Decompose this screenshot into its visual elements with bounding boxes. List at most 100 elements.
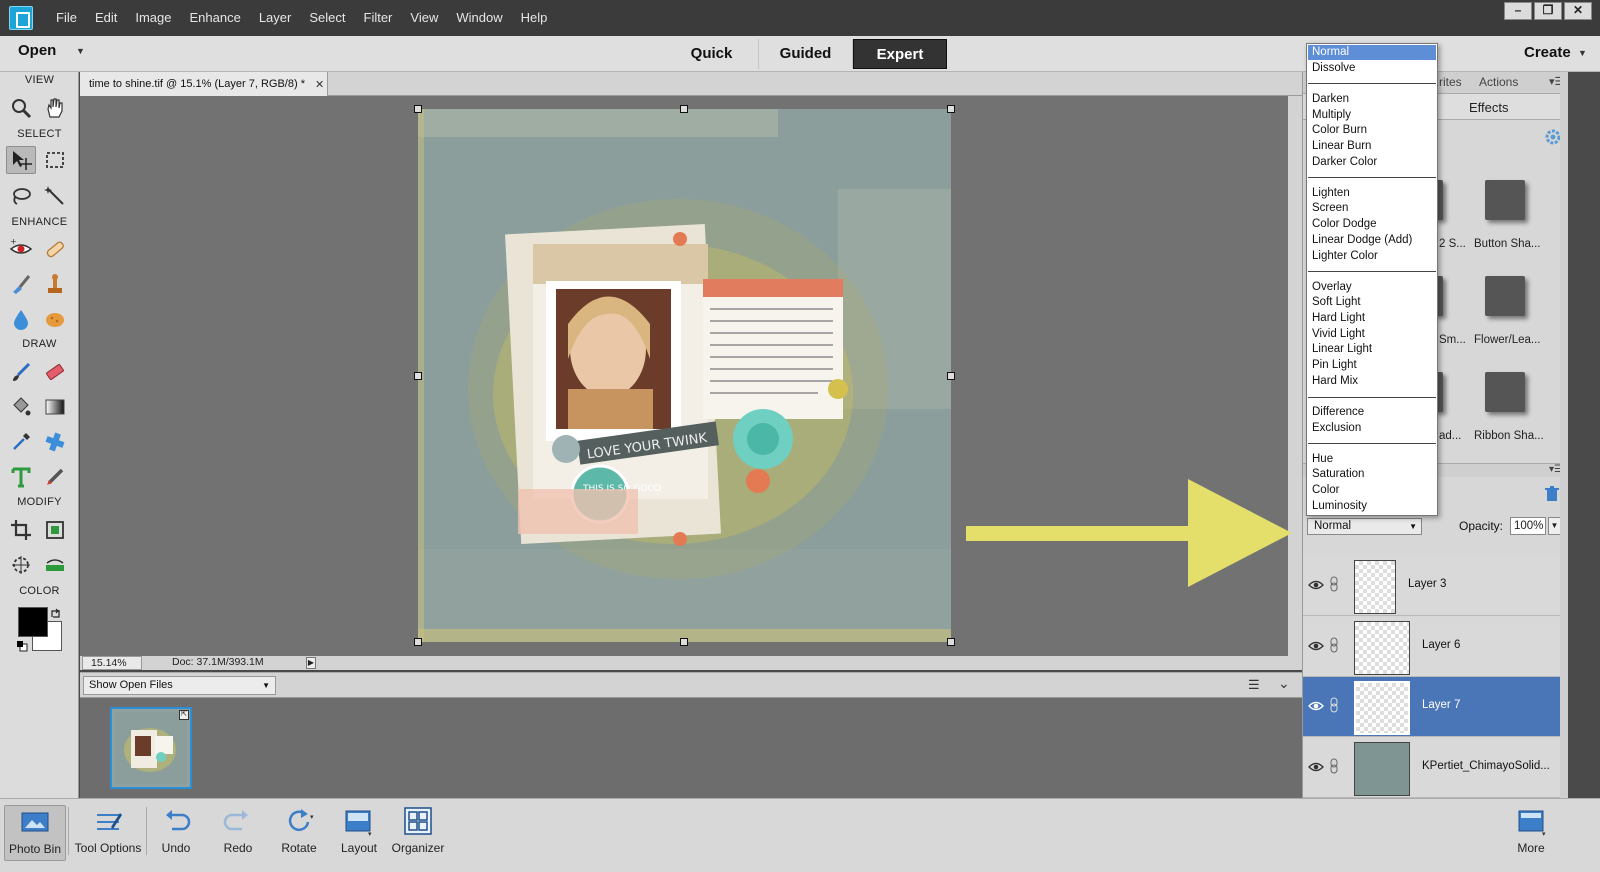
transform-handle[interactable] <box>947 105 955 113</box>
blend-option-linear-burn[interactable]: Linear Burn <box>1308 139 1436 154</box>
link-icon[interactable] <box>1329 576 1339 592</box>
menu-help[interactable]: Help <box>512 0 557 36</box>
blend-option-screen[interactable]: Screen <box>1308 201 1436 216</box>
menu-image[interactable]: Image <box>126 0 180 36</box>
minimize-button[interactable]: – <box>1504 2 1532 20</box>
content-aware-move-tool-icon[interactable] <box>6 551 36 579</box>
blend-option-color[interactable]: Color <box>1308 483 1436 498</box>
tab-quick[interactable]: Quick <box>665 39 759 69</box>
paint-bucket-tool-icon[interactable] <box>6 393 36 421</box>
maximize-button[interactable]: ❐ <box>1534 2 1562 20</box>
menu-select[interactable]: Select <box>300 0 354 36</box>
layer-row[interactable]: Layer 3 <box>1303 556 1561 616</box>
organizer-button[interactable]: Organizer <box>387 805 449 861</box>
visibility-eye-icon[interactable] <box>1308 699 1324 713</box>
gradient-tool-icon[interactable] <box>40 393 70 421</box>
marquee-tool-icon[interactable] <box>40 146 70 174</box>
open-dropdown-caret-icon[interactable]: ▼ <box>76 46 85 56</box>
trash-icon[interactable] <box>1543 485 1561 503</box>
blend-option-linear-light[interactable]: Linear Light <box>1308 342 1436 357</box>
blur-tool-icon[interactable] <box>6 305 36 333</box>
transform-handle[interactable] <box>947 372 955 380</box>
blend-option-saturation[interactable]: Saturation <box>1308 467 1436 482</box>
transform-handle[interactable] <box>947 638 955 646</box>
move-tool-icon[interactable] <box>6 146 36 174</box>
pencil-tool-icon[interactable] <box>40 463 70 491</box>
more-button[interactable]: ▾ More <box>1500 805 1562 861</box>
bin-source-select[interactable]: Show Open Files ▼ <box>83 676 276 695</box>
photo-bin-button[interactable]: Photo Bin <box>4 805 66 861</box>
spot-healing-tool-icon[interactable] <box>40 235 70 263</box>
blend-option-exclusion[interactable]: Exclusion <box>1308 421 1436 436</box>
foreground-color-swatch[interactable] <box>18 607 48 637</box>
menu-view[interactable]: View <box>401 0 447 36</box>
visibility-eye-icon[interactable] <box>1308 578 1324 592</box>
tab-guided[interactable]: Guided <box>759 39 853 69</box>
menu-enhance[interactable]: Enhance <box>181 0 250 36</box>
layer-row[interactable]: Layer 6 <box>1303 617 1561 677</box>
undo-button[interactable]: Undo <box>145 805 207 861</box>
blend-option-soft-light[interactable]: Soft Light <box>1308 295 1436 310</box>
menu-filter[interactable]: Filter <box>355 0 402 36</box>
layer-row-selected[interactable]: Layer 7 <box>1303 677 1561 737</box>
eraser-tool-icon[interactable] <box>40 358 70 386</box>
menu-edit[interactable]: Edit <box>86 0 126 36</box>
bin-menu-icon[interactable]: ☰ <box>1248 677 1260 693</box>
hand-tool-icon[interactable] <box>40 94 70 122</box>
blend-option-multiply[interactable]: Multiply <box>1308 108 1436 123</box>
blend-option-hard-mix[interactable]: Hard Mix <box>1308 374 1436 389</box>
tab-effects[interactable]: Effects <box>1469 100 1509 115</box>
blend-option-difference[interactable]: Difference <box>1308 405 1436 420</box>
straighten-tool-icon[interactable] <box>40 551 70 579</box>
blend-option-lighter-color[interactable]: Lighter Color <box>1308 249 1436 264</box>
link-icon[interactable] <box>1329 758 1339 774</box>
brush-tool-icon[interactable] <box>6 358 36 386</box>
visibility-eye-icon[interactable] <box>1308 639 1324 653</box>
tab-expert[interactable]: Expert <box>853 39 947 69</box>
close-tab-icon[interactable]: ✕ <box>315 78 324 91</box>
recompose-tool-icon[interactable] <box>40 516 70 544</box>
open-file-thumbnail[interactable]: ⇱ <box>110 707 192 789</box>
menu-window[interactable]: Window <box>447 0 511 36</box>
swap-colors-icon[interactable] <box>50 608 62 620</box>
link-icon[interactable] <box>1329 637 1339 653</box>
transform-handle[interactable] <box>414 105 422 113</box>
rotate-button[interactable]: ▾ Rotate <box>268 805 330 861</box>
blend-option-color-dodge[interactable]: Color Dodge <box>1308 217 1436 232</box>
eyedropper-tool-icon[interactable] <box>6 428 36 456</box>
blend-option-luminosity[interactable]: Luminosity <box>1308 499 1436 514</box>
clone-stamp-tool-icon[interactable] <box>40 270 70 298</box>
opacity-field[interactable]: 100% <box>1510 517 1546 535</box>
create-button[interactable]: Create <box>1524 44 1571 61</box>
smart-brush-tool-icon[interactable] <box>6 270 36 298</box>
transform-handle[interactable] <box>680 638 688 646</box>
red-eye-tool-icon[interactable]: + <box>6 235 36 263</box>
blend-option-color-burn[interactable]: Color Burn <box>1308 123 1436 138</box>
tool-options-button[interactable]: Tool Options <box>73 805 143 861</box>
collapse-bin-icon[interactable]: ⌄ <box>1278 675 1290 692</box>
blend-mode-select[interactable]: Normal ▼ <box>1307 518 1422 535</box>
blend-option-dissolve[interactable]: Dissolve <box>1308 61 1436 76</box>
tab-favorites[interactable]: rites <box>1439 75 1462 89</box>
blend-option-overlay[interactable]: Overlay <box>1308 280 1436 295</box>
style-thumbnail[interactable] <box>1485 372 1525 412</box>
layer-row[interactable]: KPertiet_ChimayoSolid... <box>1303 738 1561 798</box>
open-button[interactable]: Open <box>18 42 56 59</box>
visibility-eye-icon[interactable] <box>1308 760 1324 774</box>
scrapbook-image[interactable]: LOVE YOUR TWINK THIS IS SO GOOD <box>418 109 951 642</box>
redo-button[interactable]: Redo <box>207 805 269 861</box>
blend-option-hard-light[interactable]: Hard Light <box>1308 311 1436 326</box>
menu-file[interactable]: File <box>47 0 86 36</box>
close-window-button[interactable]: ✕ <box>1564 2 1592 20</box>
menu-layer[interactable]: Layer <box>250 0 301 36</box>
default-colors-icon[interactable] <box>16 640 28 652</box>
style-thumbnail[interactable] <box>1485 276 1525 316</box>
status-menu-arrow-icon[interactable]: ▶ <box>306 657 316 669</box>
link-icon[interactable] <box>1329 697 1339 713</box>
blend-option-darker-color[interactable]: Darker Color <box>1308 155 1436 170</box>
blend-option-darken[interactable]: Darken <box>1308 92 1436 107</box>
transform-handle[interactable] <box>680 105 688 113</box>
layout-button[interactable]: ▾ Layout <box>328 805 390 861</box>
lasso-tool-icon[interactable] <box>6 182 36 210</box>
blend-option-vivid-light[interactable]: Vivid Light <box>1308 327 1436 342</box>
